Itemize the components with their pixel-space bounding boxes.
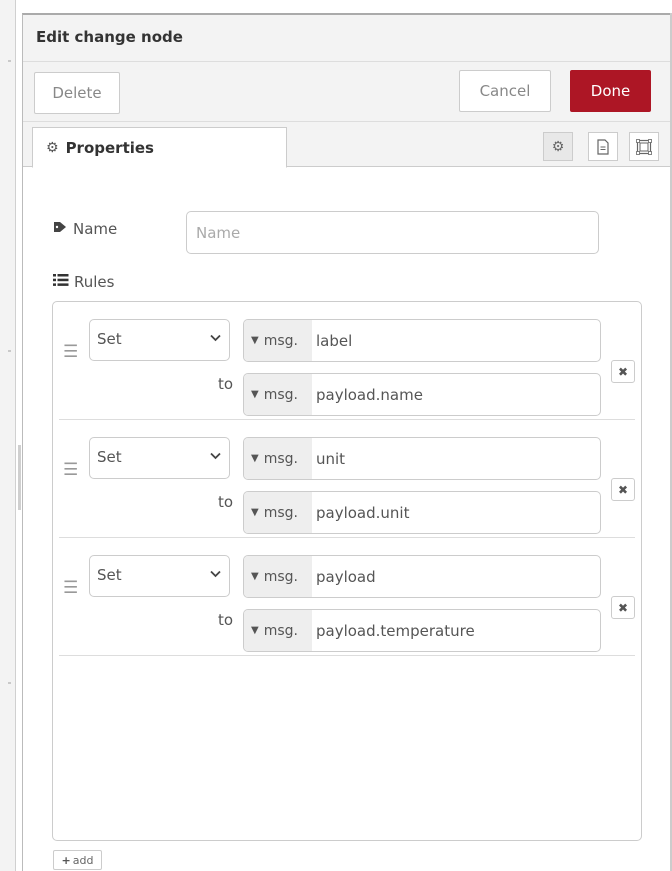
type-label: msg. [263, 386, 298, 403]
to-label: to [218, 375, 234, 393]
type-select[interactable]: ▼ msg. [244, 556, 312, 597]
type-select[interactable]: ▼ msg. [244, 320, 312, 361]
rule-action-select[interactable]: Set [89, 319, 230, 361]
type-select[interactable]: ▼ msg. [244, 610, 312, 651]
target-value[interactable]: unit [312, 438, 600, 479]
rule-action-value: Set [97, 330, 122, 348]
add-rule-button[interactable]: + add [53, 850, 102, 870]
tray-header: Edit change node [23, 15, 672, 62]
rule-target-input[interactable]: ▼ msg. label [243, 319, 601, 362]
drag-handle-icon[interactable]: ☰ [63, 342, 78, 362]
delete-button[interactable]: Delete [34, 72, 120, 114]
to-label: to [218, 493, 234, 511]
rules-label-text: Rules [74, 273, 115, 291]
caret-down-icon: ▼ [251, 571, 259, 582]
name-label: Name [53, 220, 117, 238]
rule-source-input[interactable]: ▼ msg. payload.name [243, 373, 601, 416]
tray-title: Edit change node [36, 28, 183, 46]
rule-action-select[interactable]: Set [89, 437, 230, 479]
rule-row: ☰ Set ▼ msg. unit to ▼ msg. payload.unit… [59, 420, 635, 538]
file-text-icon [597, 138, 609, 155]
rule-action-value: Set [97, 448, 122, 466]
done-button[interactable]: Done [570, 70, 651, 112]
drag-handle-icon[interactable]: ☰ [63, 578, 78, 598]
resize-handle[interactable] [18, 445, 21, 510]
tab-bar: ⚙ Properties ⚙ [23, 122, 672, 168]
rule-action-select[interactable]: Set [89, 555, 230, 597]
type-label: msg. [263, 504, 298, 521]
type-label: msg. [263, 450, 298, 467]
rules-list: ☰ Set ▼ msg. label to ▼ msg. payload.nam… [52, 301, 642, 841]
add-label: add [72, 853, 94, 867]
gutter-tick [8, 60, 11, 62]
target-value[interactable]: payload [312, 556, 600, 597]
source-value[interactable]: payload.name [312, 374, 600, 415]
type-select[interactable]: ▼ msg. [244, 492, 312, 533]
rule-target-input[interactable]: ▼ msg. payload [243, 555, 601, 598]
tag-icon [53, 221, 67, 237]
tray-toolbar: Delete Cancel Done [23, 62, 672, 122]
gutter-tick [8, 350, 11, 352]
object-group-icon [636, 138, 652, 155]
type-select[interactable]: ▼ msg. [244, 374, 312, 415]
rule-target-input[interactable]: ▼ msg. unit [243, 437, 601, 480]
type-label: msg. [263, 568, 298, 585]
editor-gutter [0, 0, 16, 871]
close-icon: ✖ [617, 600, 629, 615]
close-icon: ✖ [617, 364, 629, 379]
appearance-tab-button[interactable] [629, 132, 659, 161]
close-icon: ✖ [617, 482, 629, 497]
caret-down-icon: ▼ [251, 335, 259, 346]
edit-tray: Edit change node Delete Cancel Done ⚙ Pr… [22, 13, 672, 871]
list-icon [53, 274, 69, 290]
type-label: msg. [263, 622, 298, 639]
drag-handle-icon[interactable]: ☰ [63, 460, 78, 480]
chevron-down-icon [210, 567, 221, 582]
rule-action-value: Set [97, 566, 122, 584]
cancel-button[interactable]: Cancel [459, 70, 551, 112]
source-value[interactable]: payload.unit [312, 492, 600, 533]
rules-label: Rules [53, 273, 114, 291]
to-label: to [218, 611, 234, 629]
rule-source-input[interactable]: ▼ msg. payload.unit [243, 491, 601, 534]
remove-rule-button[interactable]: ✖ [611, 478, 635, 501]
remove-rule-button[interactable]: ✖ [611, 360, 635, 383]
plus-icon: + [61, 853, 71, 867]
settings-tab-button[interactable]: ⚙ [543, 132, 573, 161]
type-select[interactable]: ▼ msg. [244, 438, 312, 479]
rule-row: ☰ Set ▼ msg. label to ▼ msg. payload.nam… [59, 302, 635, 420]
name-input[interactable] [186, 211, 599, 254]
tab-properties[interactable]: ⚙ Properties [32, 127, 287, 168]
caret-down-icon: ▼ [251, 625, 259, 636]
name-label-text: Name [73, 220, 118, 238]
caret-down-icon: ▼ [251, 453, 259, 464]
source-value[interactable]: payload.temperature [312, 610, 600, 651]
gutter-tick [8, 682, 11, 684]
rule-source-input[interactable]: ▼ msg. payload.temperature [243, 609, 601, 652]
rule-row: ☰ Set ▼ msg. payload to ▼ msg. payload.t… [59, 538, 635, 656]
caret-down-icon: ▼ [251, 389, 259, 400]
remove-rule-button[interactable]: ✖ [611, 596, 635, 619]
target-value[interactable]: label [312, 320, 600, 361]
chevron-down-icon [210, 331, 221, 346]
gear-icon: ⚙ [46, 139, 59, 156]
chevron-down-icon [210, 449, 221, 464]
type-label: msg. [263, 332, 298, 349]
gear-icon: ⚙ [551, 138, 565, 155]
description-tab-button[interactable] [588, 132, 618, 161]
tab-properties-label: Properties [65, 138, 154, 157]
caret-down-icon: ▼ [251, 507, 259, 518]
